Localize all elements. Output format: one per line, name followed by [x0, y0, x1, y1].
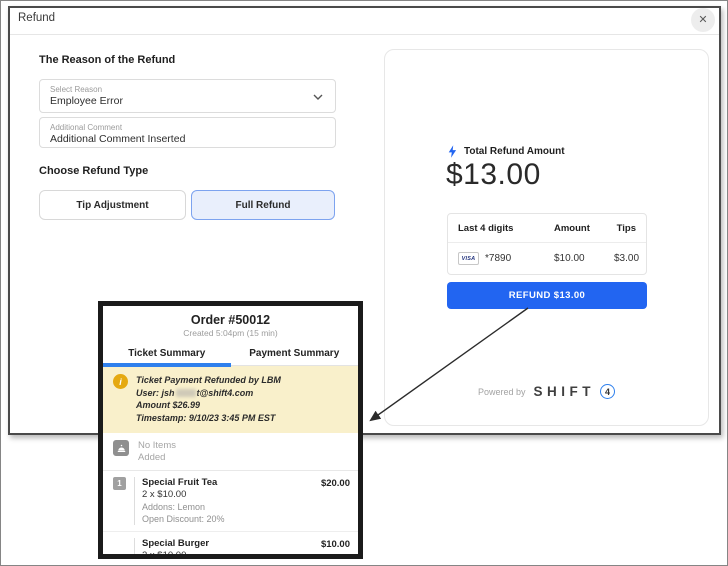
item-discount: Open Discount: 20%: [142, 513, 321, 525]
card-last4: *7890: [485, 253, 511, 264]
payment-row: VISA *7890 $10.00 $3.00: [448, 243, 646, 274]
cloche-icon: [113, 440, 129, 456]
powered-by-label: Powered by: [478, 387, 526, 397]
notice-line-amount: Amount $26.99: [136, 399, 281, 412]
reason-select[interactable]: Select Reason Employee Error: [39, 79, 336, 113]
reason-section-heading: The Reason of the Refund: [39, 54, 175, 66]
header-tips: Tips: [614, 223, 636, 234]
chevron-down-icon: [313, 94, 323, 100]
notice-line-1: Ticket Payment Refunded by LBM: [136, 374, 281, 387]
no-items-text: No Items Added: [138, 440, 176, 464]
total-refund-label: Total Refund Amount: [464, 146, 565, 157]
payments-table: Last 4 digits Amount Tips VISA *7890 $10…: [447, 213, 647, 275]
refund-submit-label: REFUND $13.00: [509, 290, 585, 301]
comment-field-label: Additional Comment: [50, 122, 325, 133]
close-button[interactable]: ✕: [691, 8, 715, 32]
header-divider: [10, 34, 719, 35]
order-title: Order #50012: [103, 313, 358, 327]
item-details: Special Burger 2 x $10.00: [134, 538, 321, 559]
header-last4: Last 4 digits: [458, 223, 554, 234]
notice-line-timestamp: Timestamp: 9/10/23 3:45 PM EST: [136, 412, 281, 425]
order-item: Special Burger 2 x $10.00 $10.00: [103, 531, 358, 559]
tab-ticket-summary[interactable]: Ticket Summary: [103, 344, 231, 365]
total-refund-amount: $13.00: [446, 158, 541, 192]
lightning-icon: [448, 145, 457, 158]
item-addons: Addons: Lemon: [142, 501, 321, 513]
info-icon: i: [113, 374, 128, 389]
header-amount: Amount: [554, 223, 614, 234]
refund-type-heading: Choose Refund Type: [39, 165, 148, 177]
screenshot-frame: Refund ✕ The Reason of the Refund Select…: [0, 0, 728, 566]
item-name: Special Burger: [142, 538, 321, 550]
order-subtitle: Created 5:04pm (15 min): [103, 328, 358, 338]
full-refund-button[interactable]: Full Refund: [191, 190, 335, 220]
tab-payment-summary[interactable]: Payment Summary: [231, 344, 359, 365]
order-tabs: Ticket Summary Payment Summary: [103, 344, 358, 366]
shift4-logo-digit: 4: [600, 384, 615, 399]
powered-by-row: Powered by SHIFT 4: [384, 384, 709, 399]
notice-line-user: User: jsht@shift4.com: [136, 387, 281, 400]
reason-select-label: Select Reason: [50, 84, 325, 95]
order-item: 1 Special Fruit Tea 2 x $10.00 Addons: L…: [103, 471, 358, 531]
no-items-row: No Items Added: [103, 433, 358, 471]
shift4-logo: SHIFT: [534, 384, 596, 399]
refund-notice-text: Ticket Payment Refunded by LBM User: jsh…: [136, 374, 281, 424]
redacted-text: [176, 389, 196, 397]
tip-adjustment-button[interactable]: Tip Adjustment: [39, 190, 186, 220]
close-icon: ✕: [698, 15, 707, 26]
refund-notice: i Ticket Payment Refunded by LBM User: j…: [103, 366, 358, 433]
item-price: $20.00: [321, 477, 350, 525]
item-qty: 2 x $10.00: [142, 550, 321, 559]
payment-tips: $3.00: [614, 253, 639, 264]
additional-comment-field[interactable]: Additional Comment Additional Comment In…: [39, 117, 336, 148]
refund-submit-button[interactable]: REFUND $13.00: [447, 282, 647, 309]
item-price: $10.00: [321, 538, 350, 559]
item-details: Special Fruit Tea 2 x $10.00 Addons: Lem…: [134, 477, 321, 525]
reason-select-value: Employee Error: [50, 95, 325, 108]
dialog-title: Refund: [18, 12, 55, 24]
payment-amount: $10.00: [554, 253, 614, 264]
total-refund-row: Total Refund Amount: [448, 145, 565, 158]
item-number-badge: 1: [113, 477, 126, 490]
visa-card-icon: VISA: [458, 252, 479, 265]
payments-table-header: Last 4 digits Amount Tips: [448, 214, 646, 243]
order-popup: Order #50012 Created 5:04pm (15 min) Tic…: [98, 301, 363, 559]
item-qty: 2 x $10.00: [142, 489, 321, 501]
comment-field-value: Additional Comment Inserted: [50, 133, 325, 146]
item-name: Special Fruit Tea: [142, 477, 321, 489]
